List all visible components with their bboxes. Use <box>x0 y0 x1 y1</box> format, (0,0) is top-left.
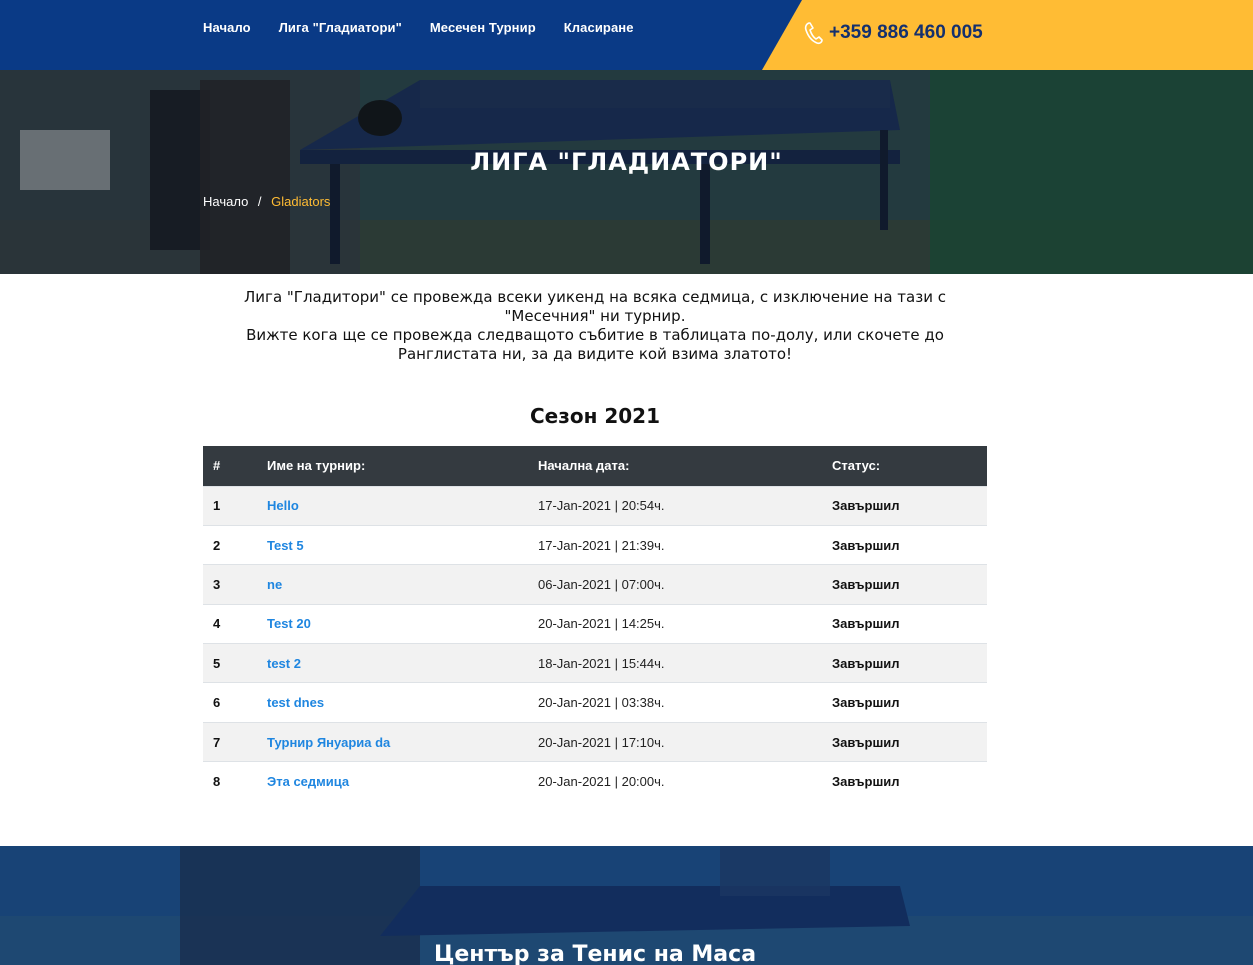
season-heading: Сезон 2021 <box>529 404 661 428</box>
tournament-link[interactable]: test 2 <box>267 656 301 671</box>
table-row: 5 test 2 18-Jan-2021 | 15:44ч. Завършил <box>203 643 987 683</box>
tournament-link[interactable]: Test 20 <box>267 616 311 631</box>
row-status: Завършил <box>832 498 900 514</box>
row-number: 5 <box>213 655 221 671</box>
hero-banner: ЛИГА "ГЛАДИАТОРИ" Начало / Gladiators <box>0 70 1253 274</box>
table-row: 4 Test 20 20-Jan-2021 | 14:25ч. Завършил <box>203 604 987 643</box>
table-row: 2 Test 5 17-Jan-2021 | 21:39ч. Завършил <box>203 525 987 564</box>
breadcrumb: Начало / Gladiators <box>203 194 330 209</box>
tournament-link[interactable]: Hello <box>267 498 299 513</box>
phone-icon <box>803 20 825 46</box>
row-status: Завършил <box>832 655 900 671</box>
nav-item-gladiators-league[interactable]: Лига "Гладиатори" <box>279 20 402 35</box>
row-date: 20-Jan-2021 | 14:25ч. <box>538 616 665 632</box>
table-row: 3 ne 06-Jan-2021 | 07:00ч. Завършил <box>203 564 987 605</box>
row-number: 4 <box>213 616 221 632</box>
breadcrumb-current: Gladiators <box>271 194 331 209</box>
row-date: 20-Jan-2021 | 20:00ч. <box>538 774 665 790</box>
tournament-link[interactable]: ne <box>267 577 282 592</box>
table-row: 7 Турнир Януариа da 20-Jan-2021 | 17:10ч… <box>203 722 987 762</box>
breadcrumb-separator: / <box>257 194 262 209</box>
row-status: Завършил <box>832 734 900 750</box>
row-date: 17-Jan-2021 | 21:39ч. <box>538 537 665 553</box>
row-number: 3 <box>213 576 221 592</box>
row-status: Завършил <box>832 616 900 632</box>
table-row: 8 Эта седмица 20-Jan-2021 | 20:00ч. Завъ… <box>203 761 987 801</box>
row-status: Завършил <box>832 537 900 553</box>
row-date: 20-Jan-2021 | 03:38ч. <box>538 695 665 711</box>
main-nav: Начало Лига "Гладиатори" Месечен Турнир … <box>203 20 634 35</box>
footer-banner: Център за Тенис на Маса <box>0 846 1253 965</box>
col-header-status: Статус: <box>832 458 881 474</box>
tournament-link[interactable]: Турнир Януариа da <box>267 735 390 750</box>
breadcrumb-home[interactable]: Начало <box>203 194 248 209</box>
row-date: 17-Jan-2021 | 20:54ч. <box>538 498 665 514</box>
phone-contact[interactable]: +359 886 460 005 <box>803 20 983 46</box>
row-number: 6 <box>213 695 221 711</box>
col-header-date: Начална дата: <box>538 458 630 474</box>
intro-paragraph-1: Лига "Гладитори" се провежда всеки уикен… <box>244 288 946 325</box>
nav-item-home[interactable]: Начало <box>203 20 251 35</box>
tournaments-table: # Име на турнир: Начална дата: Статус: 1… <box>203 446 987 801</box>
table-header-row: # Име на турнир: Начална дата: Статус: <box>203 446 987 486</box>
row-date: 06-Jan-2021 | 07:00ч. <box>538 576 665 592</box>
row-status: Завършил <box>832 695 900 711</box>
tournament-link[interactable]: test dnes <box>267 695 324 710</box>
tournament-link[interactable]: Test 5 <box>267 538 304 553</box>
row-number: 1 <box>213 498 221 514</box>
row-number: 2 <box>213 537 221 553</box>
footer-heading: Център за Тенис на Маса <box>433 942 757 965</box>
page-title: ЛИГА "ГЛАДИАТОРИ" <box>470 148 783 176</box>
row-number: 7 <box>213 734 221 750</box>
intro-text: Лига "Гладитори" се провежда всеки уикен… <box>203 288 987 364</box>
table-row: 1 Hello 17-Jan-2021 | 20:54ч. Завършил <box>203 486 987 526</box>
nav-item-ranking[interactable]: Класиране <box>564 20 634 35</box>
tournament-link[interactable]: Эта седмица <box>267 774 349 789</box>
intro-paragraph-2: Вижте кога ще се провежда следващото съб… <box>246 326 944 363</box>
col-header-name: Име на турнир: <box>267 458 366 474</box>
row-number: 8 <box>213 774 221 790</box>
table-row: 6 test dnes 20-Jan-2021 | 03:38ч. Завърш… <box>203 682 987 722</box>
row-date: 20-Jan-2021 | 17:10ч. <box>538 734 665 750</box>
row-status: Завършил <box>832 774 900 790</box>
phone-number: +359 886 460 005 <box>829 22 983 43</box>
row-status: Завършил <box>832 576 900 592</box>
nav-item-monthly-tournament[interactable]: Месечен Турнир <box>430 20 536 35</box>
col-header-number: # <box>213 458 221 474</box>
row-date: 18-Jan-2021 | 15:44ч. <box>538 655 665 671</box>
